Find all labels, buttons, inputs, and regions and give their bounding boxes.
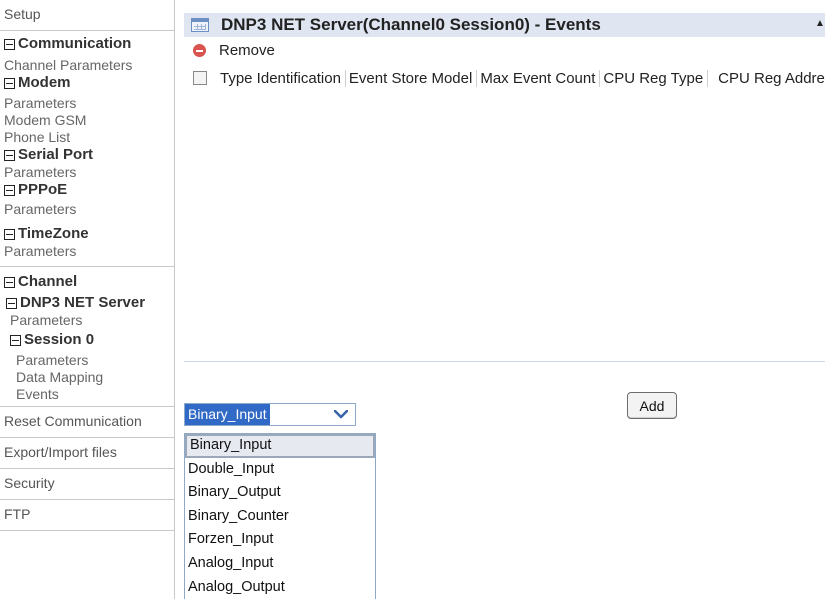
serial-port-tree-node[interactable]: Serial Port bbox=[0, 146, 174, 164]
tree-collapse-icon[interactable] bbox=[10, 334, 21, 346]
sidebar-channel-section: Channel DNP3 NET Server Parameters Sessi… bbox=[0, 267, 174, 407]
column-header-event-store-model[interactable]: Event Store Model bbox=[344, 69, 476, 87]
sidebar-item-data-mapping[interactable]: Data Mapping bbox=[0, 369, 174, 386]
sidebar-communication-section: Communication Channel Parameters Modem P… bbox=[0, 31, 174, 267]
sidebar-item-session-parameters[interactable]: Parameters bbox=[0, 352, 174, 369]
panel-title: DNP3 NET Server(Channel0 Session0) - Eve… bbox=[221, 15, 601, 34]
sidebar-item-serial-parameters[interactable]: Parameters bbox=[0, 164, 174, 181]
sidebar-item-events[interactable]: Events bbox=[0, 386, 174, 403]
sidebar-item-export-import[interactable]: Export/Import files bbox=[0, 438, 174, 468]
panel-title-bar: DNP3 NET Server(Channel0 Session0) - Eve… bbox=[184, 13, 825, 37]
grid-table-icon bbox=[191, 18, 209, 32]
sidebar-export-section: Export/Import files bbox=[0, 438, 174, 469]
remove-button[interactable]: Remove bbox=[219, 42, 275, 59]
sidebar-security-section: Security bbox=[0, 469, 174, 500]
sidebar-item-pppoe-parameters[interactable]: Parameters bbox=[0, 201, 174, 218]
session-tree-node[interactable]: Session 0 bbox=[0, 331, 174, 349]
tree-collapse-icon[interactable] bbox=[4, 149, 15, 161]
option-analog-output[interactable]: Analog_Output bbox=[185, 576, 375, 599]
column-header-cpu-reg-type[interactable]: CPU Reg Type bbox=[599, 69, 707, 87]
sidebar-item-modem-gsm[interactable]: Modem GSM bbox=[0, 112, 174, 129]
tree-collapse-icon[interactable] bbox=[4, 77, 15, 89]
option-binary-counter[interactable]: Binary_Counter bbox=[185, 505, 375, 529]
minus-circle-icon[interactable] bbox=[193, 43, 206, 57]
option-binary-input[interactable]: Binary_Input bbox=[185, 434, 375, 458]
tree-collapse-icon[interactable] bbox=[6, 297, 17, 309]
select-all-checkbox[interactable] bbox=[193, 71, 207, 85]
timezone-label: TimeZone bbox=[18, 225, 89, 242]
sidebar-item-modem-parameters[interactable]: Parameters bbox=[0, 95, 174, 112]
add-button[interactable]: Add bbox=[627, 392, 677, 419]
pppoe-label: PPPoE bbox=[18, 181, 68, 198]
channel-tree-node[interactable]: Channel bbox=[0, 273, 174, 291]
communication-label: Communication bbox=[18, 35, 132, 52]
type-select-dropdown[interactable]: Binary_Input bbox=[184, 403, 356, 426]
panel-toolbar: Remove bbox=[184, 39, 825, 61]
option-forzen-input[interactable]: Forzen_Input bbox=[185, 528, 375, 552]
communication-tree-node[interactable]: Communication bbox=[0, 35, 174, 53]
session-label: Session 0 bbox=[24, 331, 95, 348]
sidebar: Setup Communication Channel Parameters M… bbox=[0, 0, 175, 599]
sidebar-item-phone-list[interactable]: Phone List bbox=[0, 129, 174, 146]
dnp3-server-tree-node[interactable]: DNP3 NET Server bbox=[0, 294, 174, 312]
tree-collapse-icon[interactable] bbox=[4, 276, 15, 288]
sidebar-setup-section: Setup bbox=[0, 0, 174, 31]
type-select-value: Binary_Input bbox=[185, 404, 270, 425]
tree-collapse-icon[interactable] bbox=[4, 184, 15, 196]
tree-collapse-icon[interactable] bbox=[4, 38, 15, 50]
channel-label: Channel bbox=[18, 273, 78, 290]
timezone-tree-node[interactable]: TimeZone bbox=[0, 225, 174, 243]
option-analog-input[interactable]: Analog_Input bbox=[185, 552, 375, 576]
dnp3-server-label: DNP3 NET Server bbox=[20, 294, 146, 311]
pppoe-tree-node[interactable]: PPPoE bbox=[0, 181, 174, 199]
sidebar-item-security[interactable]: Security bbox=[0, 469, 174, 499]
triangle-up-icon[interactable]: ▲ bbox=[815, 17, 825, 31]
sidebar-item-server-parameters[interactable]: Parameters bbox=[0, 312, 174, 329]
column-header-max-event-count[interactable]: Max Event Count bbox=[476, 69, 599, 87]
sidebar-item-ftp[interactable]: FTP bbox=[0, 500, 174, 530]
modem-label: Modem bbox=[18, 74, 71, 91]
column-header-cpu-reg-address[interactable]: CPU Reg Address bbox=[707, 69, 825, 87]
sidebar-item-reset-communication[interactable]: Reset Communication bbox=[0, 407, 174, 437]
serial-port-label: Serial Port bbox=[18, 146, 94, 163]
sidebar-ftp-section: FTP bbox=[0, 500, 174, 531]
modem-tree-node[interactable]: Modem bbox=[0, 74, 174, 92]
sidebar-item-timezone-parameters[interactable]: Parameters bbox=[0, 243, 174, 260]
events-grid: Type Identification Event Store Model Ma… bbox=[184, 63, 825, 362]
option-double-input[interactable]: Double_Input bbox=[185, 458, 375, 482]
option-binary-output[interactable]: Binary_Output bbox=[185, 481, 375, 505]
sidebar-item-channel-parameters[interactable]: Channel Parameters bbox=[0, 57, 174, 74]
chevron-down-icon[interactable] bbox=[330, 406, 352, 423]
column-header-type-identification[interactable]: Type Identification bbox=[220, 70, 345, 87]
sidebar-item-setup[interactable]: Setup bbox=[0, 0, 174, 30]
sidebar-reset-section: Reset Communication bbox=[0, 407, 174, 438]
tree-collapse-icon[interactable] bbox=[4, 228, 15, 240]
type-options-list: Binary_Input Double_Input Binary_Output … bbox=[184, 433, 376, 599]
grid-header-row: Type Identification Event Store Model Ma… bbox=[184, 63, 825, 93]
